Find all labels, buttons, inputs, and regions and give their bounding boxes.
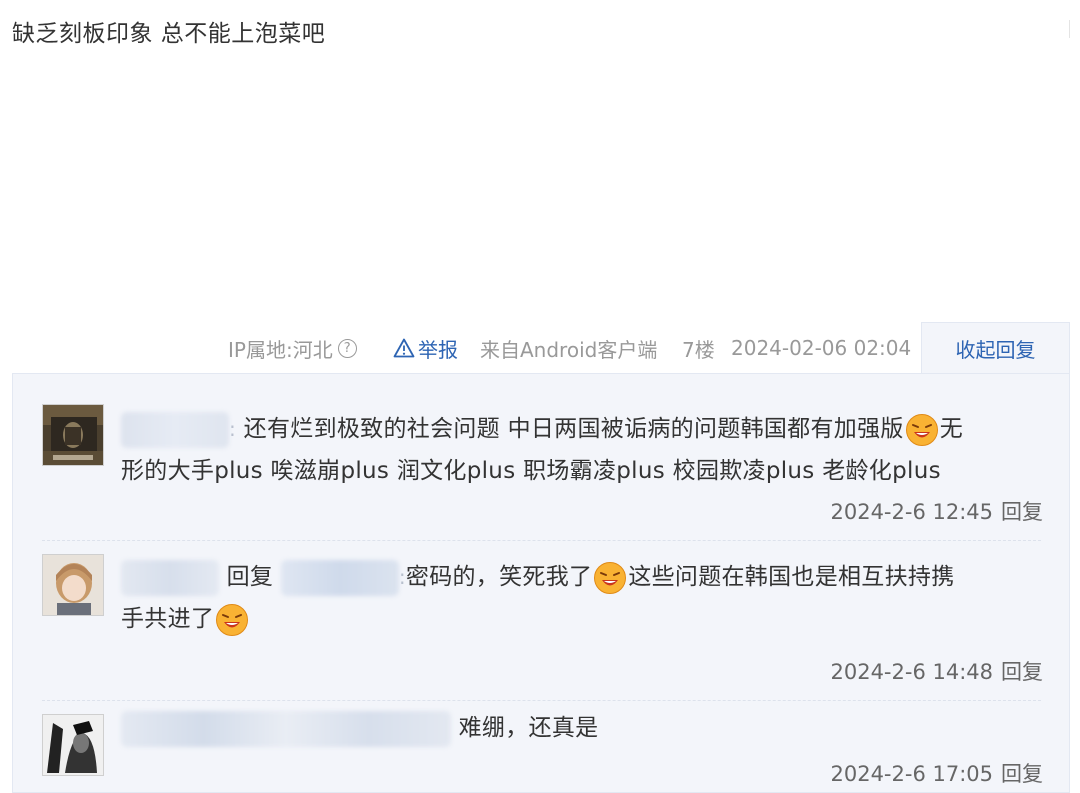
reply-list: : 还有烂到极致的社会问题 中日两国被诟病的问题韩国都有加强版 无 形的大手pl… bbox=[12, 373, 1070, 793]
reply-time: 2024-2-6 12:45 bbox=[830, 500, 993, 524]
reply-text: 密码的，笑死我了 bbox=[405, 564, 593, 590]
ip-location: IP属地:河北 bbox=[228, 337, 333, 362]
post-text: 缺乏刻板印象 总不能上泡菜吧 bbox=[12, 21, 326, 47]
post-time: 2024-02-06 02:04 bbox=[731, 336, 912, 360]
reply-content: 难绷，还真是 bbox=[121, 707, 1041, 749]
reply-content: : 还有烂到极致的社会问题 中日两国被诟病的问题韩国都有加强版 无 形的大手pl… bbox=[121, 408, 1041, 492]
help-circle-icon[interactable]: ? bbox=[337, 338, 357, 358]
blurred-username[interactable] bbox=[121, 710, 451, 747]
blurred-username[interactable] bbox=[121, 411, 229, 448]
reply-to-label: 回复 bbox=[226, 564, 274, 590]
laughing-emoji-icon bbox=[594, 561, 627, 594]
reply-footer: 2024-2-6 12:45 回复 bbox=[830, 496, 1043, 526]
floor-number: 7楼 bbox=[682, 337, 715, 362]
divider bbox=[42, 700, 1041, 701]
reply-footer: 2024-2-6 14:48 回复 bbox=[830, 656, 1043, 686]
reply-time: 2024-2-6 14:48 bbox=[830, 660, 993, 684]
reply-content: 回复 :密码的，笑死我了 这些问题在韩国也是相互扶持携 手共进了 bbox=[121, 556, 1041, 640]
reply-text: 还有烂到极致的社会问题 中日两国被诟病的问题韩国都有加强版 bbox=[243, 416, 904, 442]
avatar[interactable] bbox=[42, 554, 104, 616]
warning-triangle-icon bbox=[393, 338, 415, 358]
blurred-username[interactable] bbox=[121, 559, 219, 596]
reply-text: 难绷，还真是 bbox=[458, 715, 599, 741]
report-link[interactable]: 举报 bbox=[393, 334, 458, 362]
laughing-emoji-icon bbox=[905, 413, 938, 446]
report-label: 举报 bbox=[418, 337, 458, 362]
collapse-replies-button[interactable]: 收起回复 bbox=[921, 322, 1070, 374]
blurred-target-username[interactable] bbox=[280, 559, 399, 596]
client-source: 来自Android客户端 bbox=[480, 337, 658, 362]
avatar[interactable] bbox=[42, 714, 104, 776]
post-meta-ip: IP属地:河北 ? bbox=[228, 334, 357, 362]
reply-footer: 2024-2-6 17:05 回复 bbox=[830, 758, 1043, 788]
scroll-edge bbox=[1069, 20, 1080, 38]
reply-button[interactable]: 回复 bbox=[1001, 762, 1043, 786]
reply-button[interactable]: 回复 bbox=[1001, 660, 1043, 684]
avatar[interactable] bbox=[42, 404, 104, 466]
divider bbox=[42, 540, 1041, 541]
reply-button[interactable]: 回复 bbox=[1001, 500, 1043, 524]
post-body: 缺乏刻板印象 总不能上泡菜吧 bbox=[0, 0, 1080, 330]
laughing-emoji-icon bbox=[216, 603, 249, 636]
reply-time: 2024-2-6 17:05 bbox=[830, 762, 993, 786]
